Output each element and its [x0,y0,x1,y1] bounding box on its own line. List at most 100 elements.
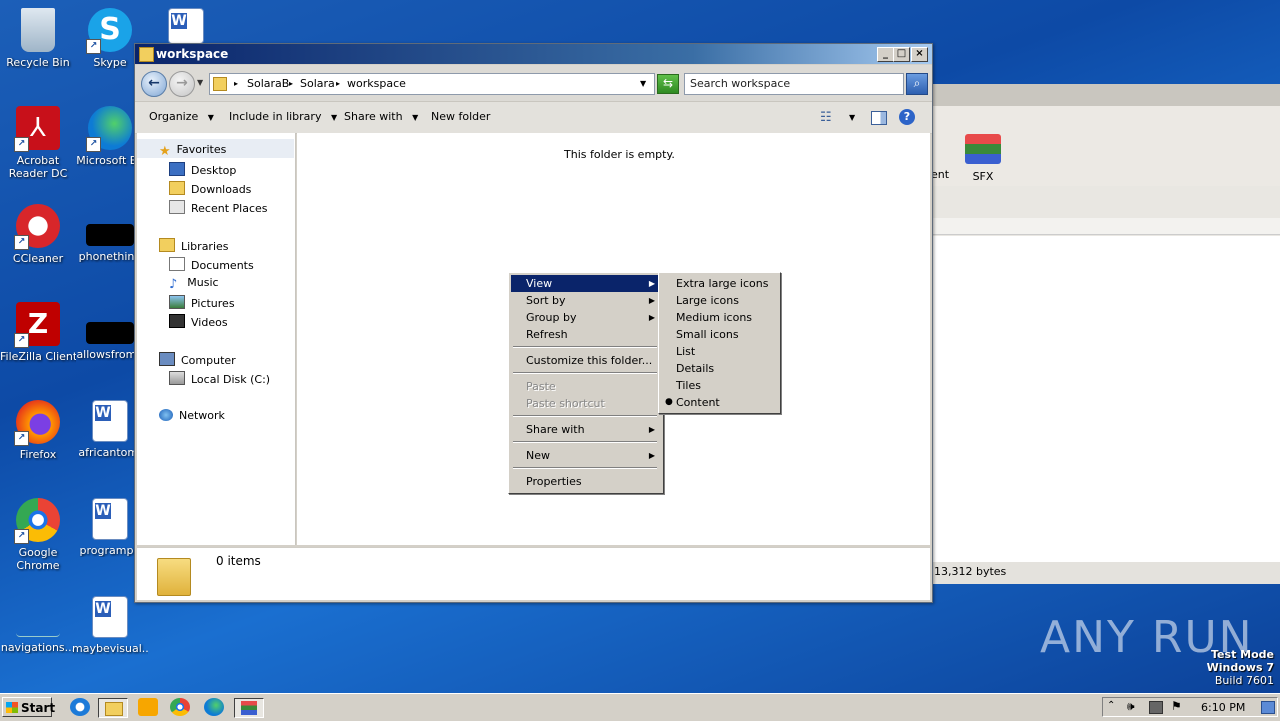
view-small-icons[interactable]: Small icons [661,326,778,343]
address-field[interactable]: ▸ SolaraB ▸ Solara ▸ workspace ▼ [209,73,655,95]
nav-downloads[interactable]: Downloads [169,181,251,196]
show-hidden-icons-icon[interactable]: ⌃ [1107,700,1115,711]
view-medium-icons[interactable]: Medium icons [661,309,778,326]
nav-music[interactable]: ♪ Music [169,276,219,292]
close-button[interactable]: × [911,47,928,62]
search-icon[interactable]: ⌕ [906,73,928,95]
nav-videos[interactable]: Videos [169,314,228,329]
include-in-library-button[interactable]: Include in library ▼ [229,110,337,123]
desktop-icon-recycle-bin[interactable]: Recycle Bin [0,8,76,69]
toolbar-item-ent[interactable]: ent [931,168,949,181]
network-tray-icon[interactable] [1149,701,1163,714]
preview-pane-icon[interactable] [871,111,887,125]
submenu-arrow-icon: ▶ [648,451,655,460]
view-list[interactable]: List [661,343,778,360]
start-label: Start [21,701,56,715]
volume-icon[interactable]: 🕪 [1127,699,1135,714]
file-explorer-taskbar-button[interactable] [98,698,128,718]
word-document-icon: W [92,400,128,442]
desktop-icon-word-doc[interactable]: W [148,8,224,48]
nav-pictures[interactable]: Pictures [169,295,235,310]
view-options-dropdown-icon[interactable]: ▼ [849,113,855,122]
nav-recent-places[interactable]: Recent Places [169,200,268,215]
desktop-icon-ccleaner[interactable]: ↗ CCleaner [0,204,76,265]
refresh-icon[interactable]: ⇆ [657,74,679,94]
desktop-icon [169,162,185,176]
share-with-button[interactable]: Share with ▼ [344,110,418,123]
nav-label: Documents [191,259,254,272]
menu-item-share-with[interactable]: Share with ▶ [511,421,661,438]
breadcrumb-solarab[interactable]: SolaraB [247,77,289,90]
breadcrumb-separator-icon[interactable]: ▸ [234,79,238,88]
view-extra-large-icons[interactable]: Extra large icons [661,275,778,292]
menu-item-properties[interactable]: Properties [511,473,661,490]
address-bar-row: ← → ▼ ▸ SolaraB ▸ Solara ▸ workspace ▼ ⇆… [135,65,932,101]
desktop-icon-maybevisual[interactable]: W maybevisual... [72,596,148,655]
search-input[interactable]: Search workspace [684,73,904,95]
nav-favorites[interactable]: ★ Favorites [159,143,226,159]
chrome-icon: ↗ [14,498,60,544]
menu-item-group-by[interactable]: Group by ▶ [511,309,661,326]
new-folder-button[interactable]: New folder [431,110,490,123]
desktop-icon-navigations[interactable]: navigations... [0,596,76,654]
forward-button[interactable]: → [169,71,195,97]
internet-explorer-icon[interactable] [70,698,90,716]
taskbar: Start ⌃ 🕪 ⚑ 6:10 PM [0,693,1280,721]
menu-item-new[interactable]: New ▶ [511,447,661,464]
nav-label: Pictures [191,297,235,310]
breadcrumb-separator-icon[interactable]: ▸ [336,79,340,88]
desktop-icon-label: navigations... [0,641,76,654]
desktop-icon-acrobat[interactable]: ⅄ ↗ Acrobat Reader DC [0,106,76,180]
menu-item-sort-by[interactable]: Sort by ▶ [511,292,661,309]
desktop-icon-chrome[interactable]: ↗ Google Chrome [0,498,76,572]
menu-item-refresh[interactable]: Refresh [511,326,661,343]
address-history-dropdown-icon[interactable]: ▼ [640,79,646,88]
menu-item-customize-folder[interactable]: Customize this folder... [511,352,661,369]
minimize-button[interactable]: _ [877,47,894,62]
winrar-taskbar-button[interactable] [234,698,264,718]
edge-icon[interactable] [204,698,224,716]
maximize-button[interactable]: □ [893,47,910,62]
documents-icon [169,257,185,271]
folder-icon [213,77,227,91]
change-view-icon[interactable]: ☷ [820,110,832,125]
chrome-icon[interactable] [170,698,190,716]
background-window[interactable]: ent SFX 13,312 bytes [930,84,1280,584]
nav-desktop[interactable]: Desktop [169,162,236,177]
show-desktop-button[interactable] [1261,701,1275,714]
menu-item-paste-shortcut: Paste shortcut [526,397,605,410]
menu-item-label: Content [676,396,720,409]
menu-item-paste: Paste [526,380,556,393]
help-icon[interactable]: ? [899,109,915,125]
downloads-icon [169,181,185,195]
pictures-icon [169,295,185,309]
nav-libraries[interactable]: Libraries [159,238,229,253]
back-button[interactable]: ← [141,71,167,97]
explorer-titlebar[interactable]: workspace _ □ × [135,44,932,64]
view-content[interactable]: ● Content [661,394,778,411]
media-player-icon[interactable] [138,698,158,716]
breadcrumb-separator-icon[interactable]: ▸ [289,79,293,88]
test-mode-watermark: Test Mode Windows 7 Build 7601 [1150,648,1274,687]
view-large-icons[interactable]: Large icons [661,292,778,309]
start-button[interactable]: Start [2,697,56,717]
clock[interactable]: 6:10 PM [1201,701,1245,714]
menu-item-view[interactable]: View ▶ [511,275,661,292]
watermark-line-1: Test Mode [1211,648,1274,661]
nav-local-disk[interactable]: Local Disk (C:) [169,371,270,386]
view-details[interactable]: Details [661,360,778,377]
background-window-titlebar[interactable] [931,84,1280,106]
action-center-flag-icon[interactable]: ⚑ [1171,699,1182,713]
breadcrumb-workspace[interactable]: workspace [347,77,406,90]
desktop-icon-firefox[interactable]: ↗ Firefox [0,400,76,461]
nav-computer[interactable]: Computer [159,352,236,367]
include-in-library-label: Include in library [229,110,322,123]
nav-documents[interactable]: Documents [169,257,254,272]
toolbar-item-sfx[interactable]: SFX [963,134,1003,183]
view-tiles[interactable]: Tiles [661,377,778,394]
recent-pages-dropdown-icon[interactable]: ▼ [197,78,203,87]
breadcrumb-solara[interactable]: Solara [300,77,335,90]
desktop-icon-filezilla[interactable]: Z ↗ FileZilla Client [0,302,76,363]
nav-network[interactable]: Network [159,409,225,422]
organize-button[interactable]: Organize ▼ [149,110,214,123]
